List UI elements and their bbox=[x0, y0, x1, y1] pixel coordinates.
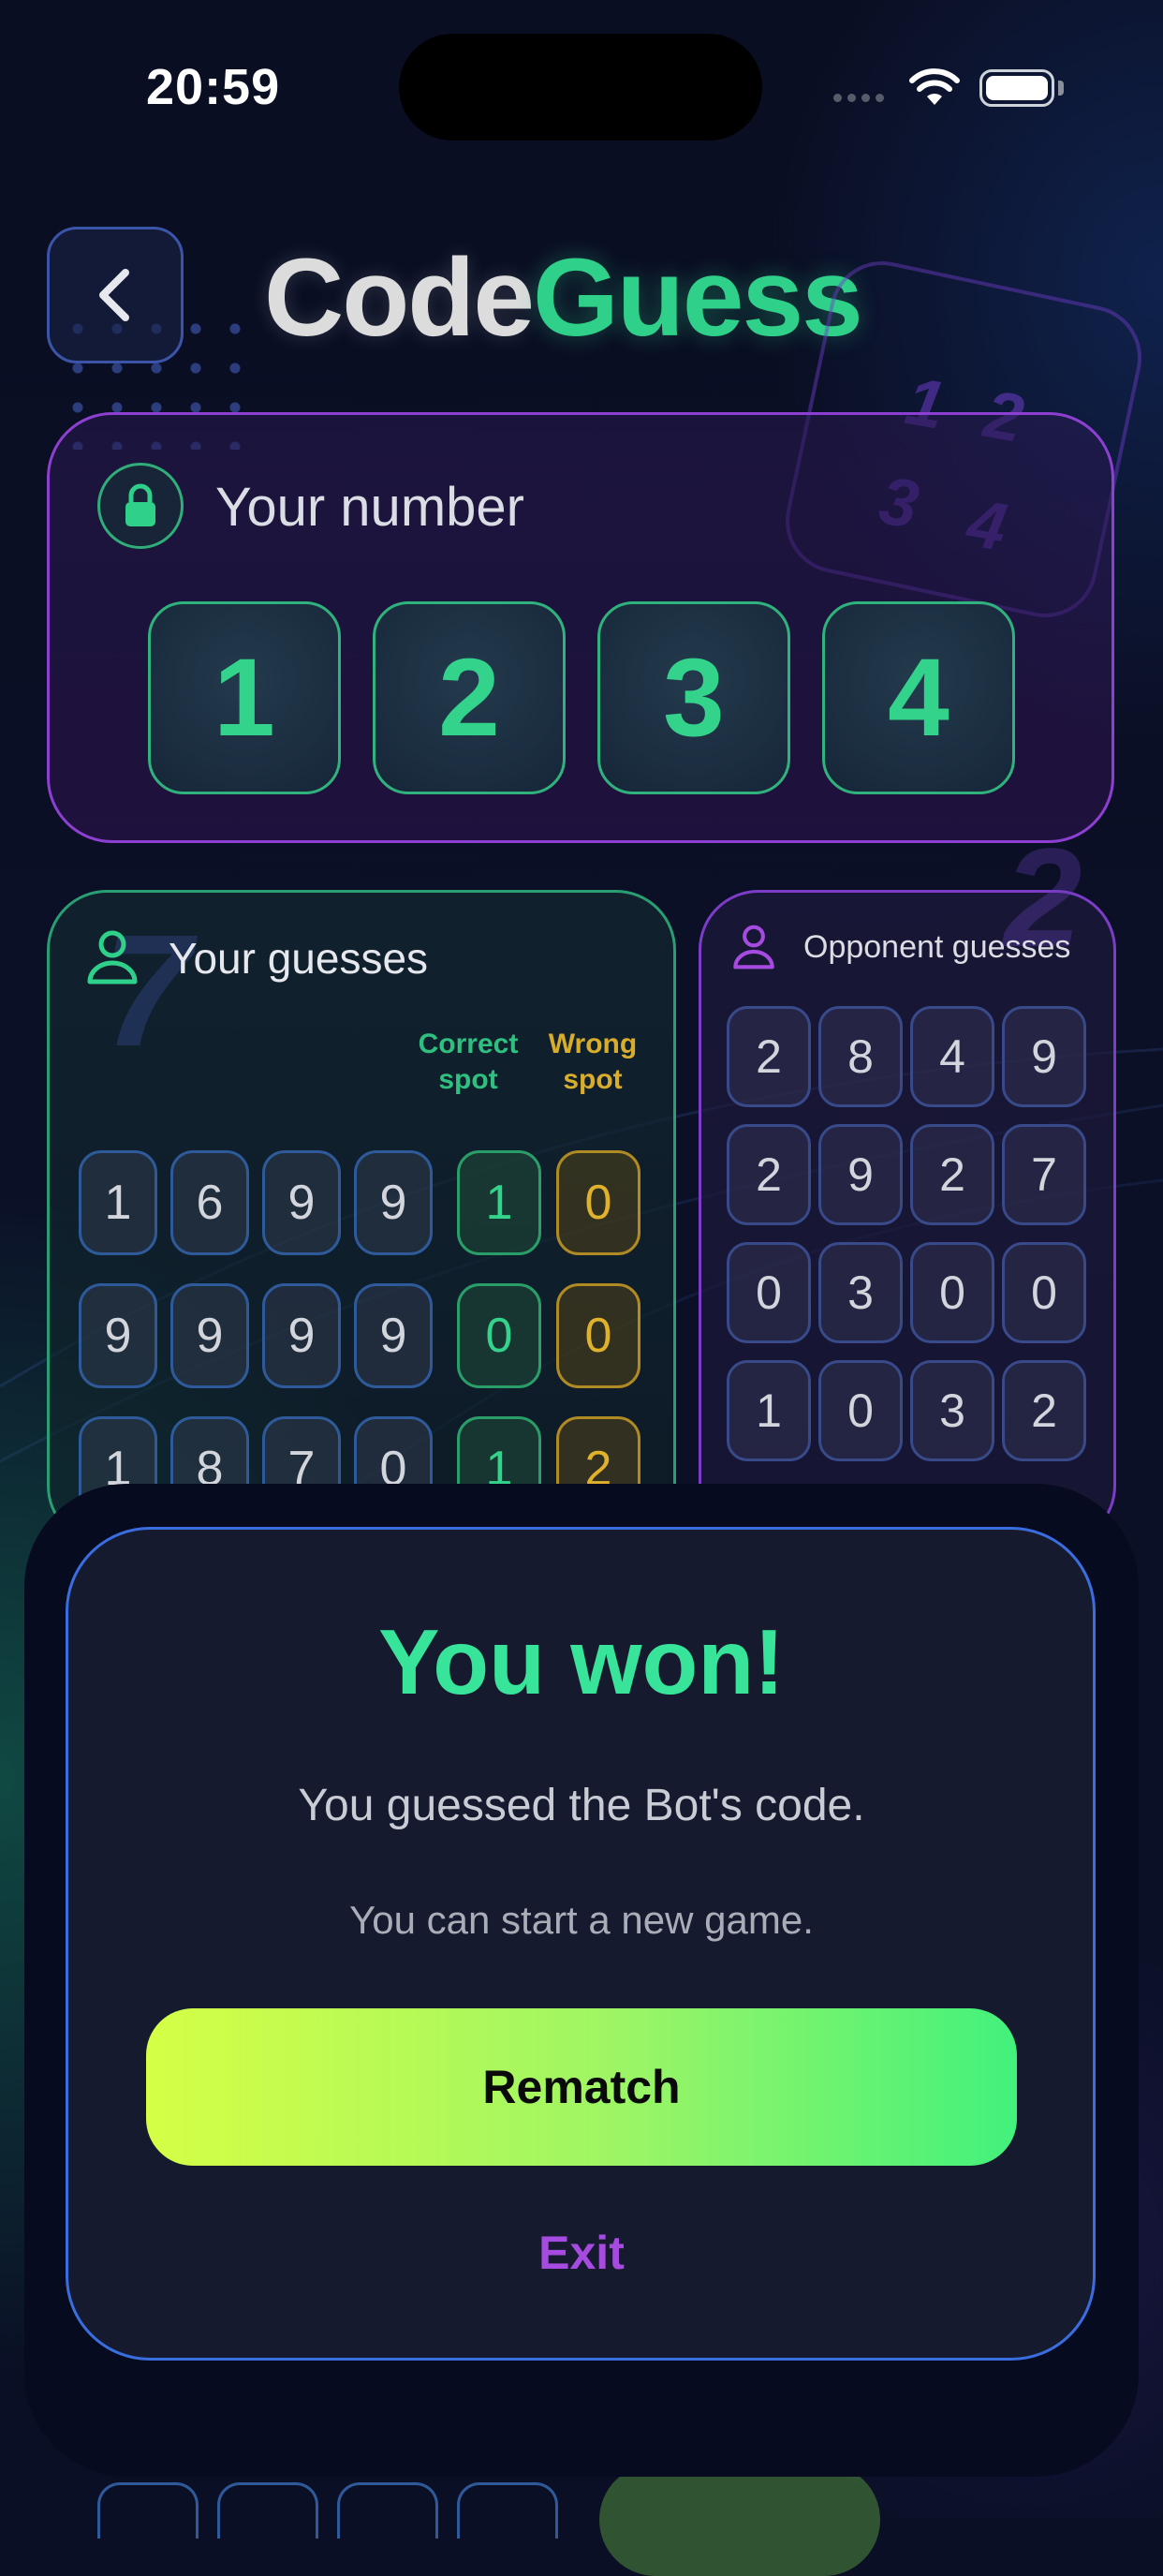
opponent-digit: 2 bbox=[910, 1124, 994, 1225]
opponent-digit: 9 bbox=[818, 1124, 903, 1225]
exit-button[interactable]: Exit bbox=[0, 2226, 1163, 2280]
opponent-digit: 7 bbox=[1002, 1124, 1086, 1225]
peek-cell bbox=[217, 2482, 318, 2539]
opponent-digit: 0 bbox=[727, 1242, 811, 1343]
opponent-digit: 2 bbox=[727, 1124, 811, 1225]
guess-digit: 6 bbox=[170, 1150, 249, 1255]
correct-count: 0 bbox=[457, 1283, 541, 1388]
guess-digit: 9 bbox=[79, 1283, 157, 1388]
guess-digit: 9 bbox=[354, 1150, 433, 1255]
opponent-digit: 0 bbox=[818, 1360, 903, 1461]
result-hint: You can start a new game. bbox=[349, 1898, 814, 1942]
guess-digit: 9 bbox=[354, 1283, 433, 1388]
title-guess: Guess bbox=[533, 236, 863, 360]
lock-badge bbox=[97, 463, 184, 549]
battery-nub bbox=[1058, 81, 1064, 96]
lock-icon bbox=[125, 483, 155, 526]
your-number-label: Your number bbox=[215, 477, 524, 538]
dynamic-island bbox=[399, 34, 762, 141]
opponent-digit: 3 bbox=[818, 1242, 903, 1343]
user-icon bbox=[87, 930, 138, 985]
status-time: 20:59 bbox=[146, 59, 281, 115]
opponent-digit: 9 bbox=[1002, 1006, 1086, 1107]
result-title: You won! bbox=[378, 1610, 785, 1713]
wifi-icon bbox=[909, 68, 960, 105]
opponent-guesses-label: Opponent guesses bbox=[803, 929, 1071, 965]
opponent-digit: 2 bbox=[727, 1006, 811, 1107]
guess-digit: 9 bbox=[170, 1283, 249, 1388]
peek-cell bbox=[337, 2482, 438, 2539]
guess-digit: 1 bbox=[79, 1150, 157, 1255]
guess-digit: 9 bbox=[262, 1283, 341, 1388]
app-title: CodeGuess bbox=[264, 234, 863, 362]
opponent-digit: 2 bbox=[1002, 1360, 1086, 1461]
opponent-digit: 4 bbox=[910, 1006, 994, 1107]
rematch-button[interactable]: Rematch bbox=[146, 2008, 1017, 2166]
secret-digit: 1 bbox=[148, 601, 341, 794]
peek-cell bbox=[457, 2482, 558, 2539]
correct-count: 1 bbox=[457, 1150, 541, 1255]
correct-spot-header: Correct spot bbox=[418, 1029, 519, 1095]
opponent-digit: 0 bbox=[1002, 1242, 1086, 1343]
decor-number: 7 bbox=[103, 902, 192, 1080]
result-message: You guessed the Bot's code. bbox=[298, 1781, 865, 1830]
wrong-spot-header: Wrong spot bbox=[548, 1029, 638, 1095]
wrong-count: 0 bbox=[556, 1150, 640, 1255]
wrong-count: 0 bbox=[556, 1283, 640, 1388]
secret-digit: 4 bbox=[822, 601, 1015, 794]
cellular-signal-icon bbox=[833, 90, 890, 107]
opponent-user-icon bbox=[733, 925, 774, 970]
back-button[interactable] bbox=[47, 227, 184, 363]
opponent-digit: 0 bbox=[910, 1242, 994, 1343]
opponent-digit: 1 bbox=[727, 1360, 811, 1461]
peek-cell bbox=[97, 2482, 199, 2539]
secret-digit: 3 bbox=[597, 601, 790, 794]
your-guesses-label: Your guesses bbox=[169, 934, 429, 983]
battery-icon bbox=[979, 69, 1054, 107]
peek-button bbox=[599, 2464, 880, 2576]
secret-digit: 2 bbox=[373, 601, 566, 794]
guess-digit: 9 bbox=[262, 1150, 341, 1255]
opponent-digit: 3 bbox=[910, 1360, 994, 1461]
chevron-left-icon bbox=[99, 269, 129, 321]
opponent-digit: 8 bbox=[818, 1006, 903, 1107]
title-code: Code bbox=[264, 236, 535, 360]
